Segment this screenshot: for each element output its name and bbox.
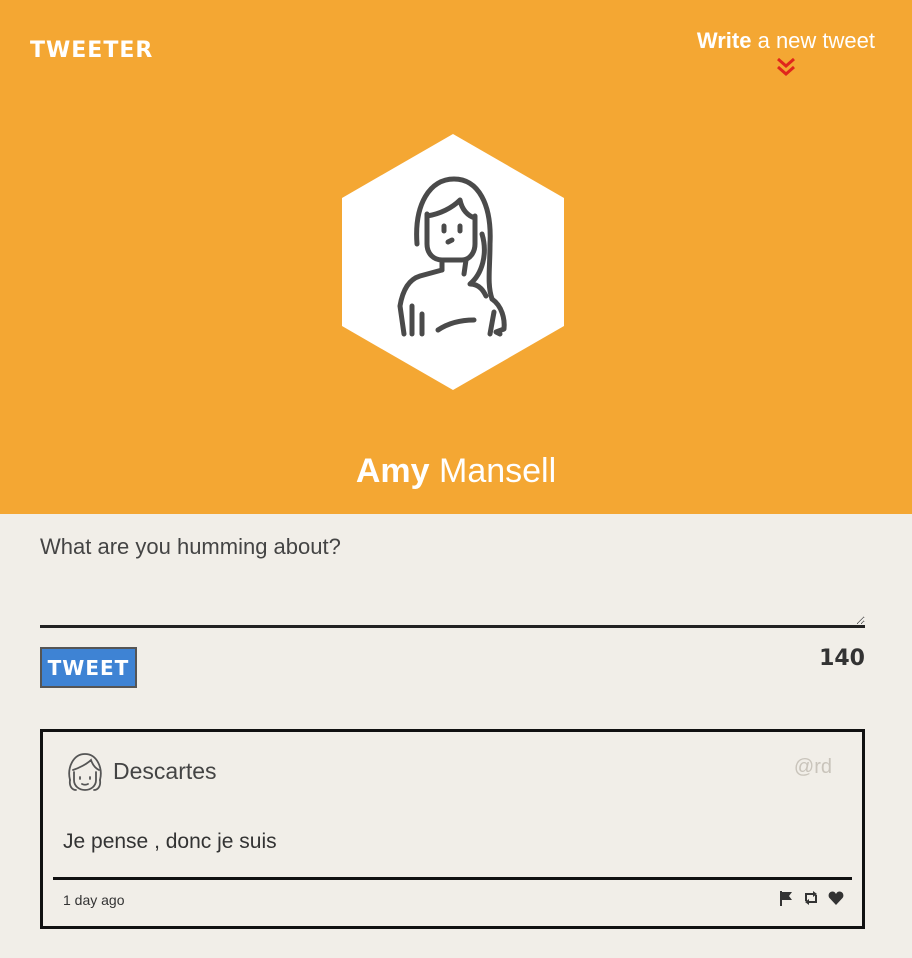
write-new-tweet-toggle[interactable]: Write a new tweet [697, 28, 875, 78]
double-chevron-down-icon [697, 56, 875, 78]
tweet-input[interactable] [40, 530, 865, 628]
flag-icon[interactable] [778, 890, 794, 906]
user-avatar [65, 750, 105, 792]
heart-icon[interactable] [828, 890, 844, 906]
tweet-actions [778, 890, 844, 906]
profile-avatar [342, 134, 564, 390]
app-logo[interactable]: TWEETER [30, 38, 153, 63]
profile-header: TWEETER Write a new tweet Amy Mansell [0, 0, 912, 514]
tweet-user-handle: @rd [793, 756, 832, 778]
profile-name: Amy Mansell [0, 452, 912, 491]
tweet-card: Descartes @rd Je pense , donc je suis 1 … [40, 729, 865, 929]
tweet-composer: TWEET 140 [40, 530, 865, 688]
compose-toggle-bold: Write [696, 28, 752, 53]
profile-last-name: Mansell [429, 452, 557, 490]
character-counter: 140 [819, 646, 865, 671]
profile-first-name: Amy [355, 452, 430, 490]
tweet-footer: 1 day ago [53, 877, 852, 925]
tweet-text: Je pense , donc je suis [63, 830, 277, 853]
compose-toggle-label: a new tweet [751, 28, 875, 53]
tweet-button[interactable]: TWEET [40, 647, 137, 688]
retweet-icon[interactable] [803, 890, 819, 906]
tweet-timestamp: 1 day ago [63, 892, 125, 908]
tweet-user-name: Descartes [113, 758, 217, 784]
